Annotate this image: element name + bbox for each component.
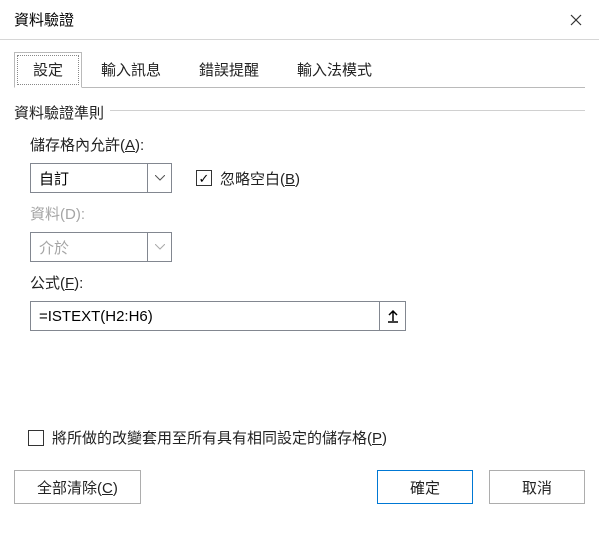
data-select-value: 介於 [31,237,147,258]
window-title: 資料驗證 [14,9,74,30]
tab-settings[interactable]: 設定 [14,52,82,88]
checkbox-icon [28,430,44,446]
tab-error-alert[interactable]: 錯誤提醒 [180,52,278,87]
allow-label: 儲存格內允許(A): [30,134,569,155]
formula-input[interactable]: =ISTEXT(H2:H6) [31,302,379,330]
close-icon [570,14,582,26]
data-select: 介於 [30,232,172,262]
ignore-blank-label: 忽略空白(B) [220,168,300,189]
ok-button[interactable]: 確定 [377,470,473,504]
data-label: 資料(D): [30,203,569,224]
close-button[interactable] [553,0,599,40]
validation-criteria-group: 資料驗證準則 儲存格內允許(A): 自訂 ✓ 忽略空白(B) [14,102,585,347]
checkbox-icon: ✓ [196,170,212,186]
range-picker-button[interactable] [379,302,405,330]
tabstrip: 設定 輸入訊息 錯誤提醒 輸入法模式 [14,52,585,88]
titlebar: 資料驗證 [0,0,599,40]
chevron-down-icon [147,233,171,261]
dialog-footer: 全部清除(C) 確定 取消 [0,470,599,518]
collapse-dialog-icon [387,309,399,323]
chevron-down-icon [147,164,171,192]
ignore-blank-checkbox[interactable]: ✓ 忽略空白(B) [196,168,300,189]
allow-select[interactable]: 自訂 [30,163,172,193]
apply-all-checkbox[interactable]: 將所做的改變套用至所有具有相同設定的儲存格(P) [28,427,585,448]
cancel-button[interactable]: 取消 [489,470,585,504]
apply-all-label: 將所做的改變套用至所有具有相同設定的儲存格(P) [52,427,387,448]
fieldset-legend: 資料驗證準則 [14,102,110,123]
formula-label: 公式(F): [30,272,569,293]
allow-select-value: 自訂 [31,168,147,189]
clear-all-button[interactable]: 全部清除(C) [14,470,141,504]
tab-input-message[interactable]: 輸入訊息 [82,52,180,87]
tab-ime-mode[interactable]: 輸入法模式 [278,52,391,87]
formula-input-wrap: =ISTEXT(H2:H6) [30,301,406,331]
